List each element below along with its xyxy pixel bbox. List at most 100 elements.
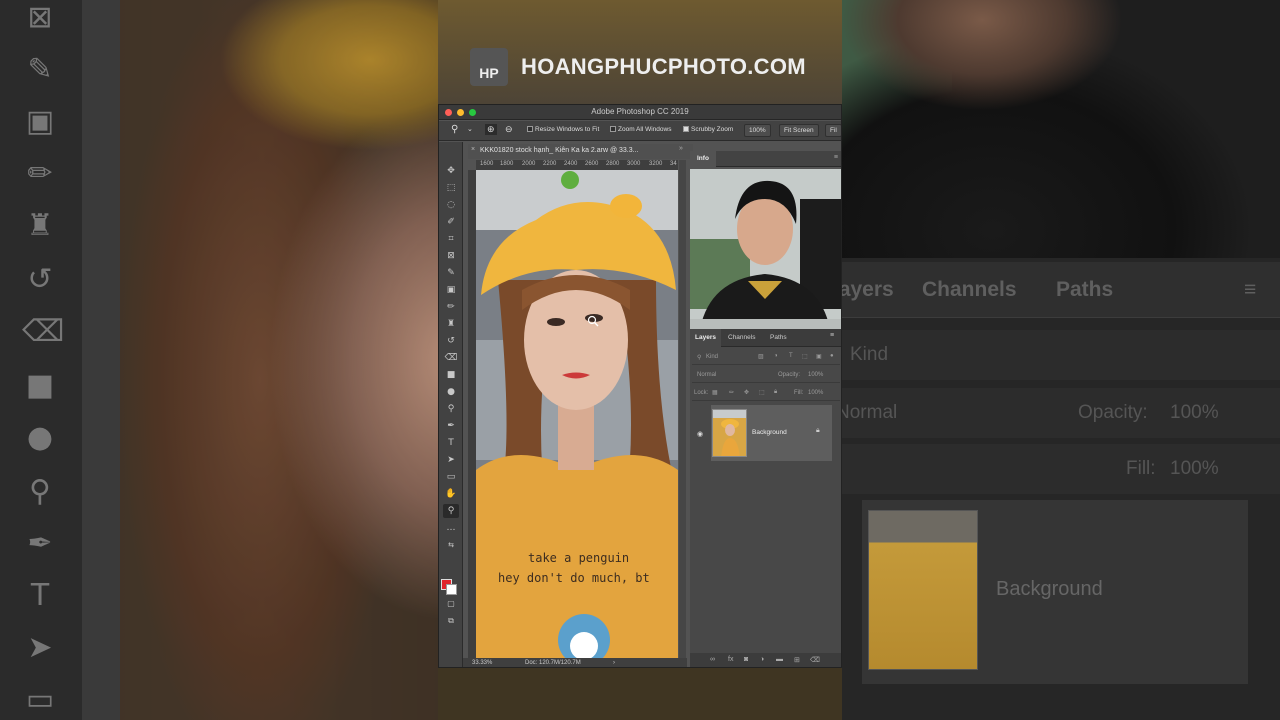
layer-visibility-eye-icon[interactable]: ◉: [697, 430, 703, 438]
lock-pixels-icon[interactable]: ✏: [729, 389, 734, 396]
eraser-icon[interactable]: ⌫: [443, 351, 459, 365]
zoom-in-icon[interactable]: ⊕: [485, 124, 497, 135]
shirt-text-line1: take a penguin: [528, 551, 629, 565]
layer-lock-icon: 🔒︎: [816, 427, 820, 434]
adjustment-layer-icon[interactable]: ◑: [760, 656, 764, 663]
kind-filter-select[interactable]: Kind: [706, 354, 718, 360]
scrubby-zoom-option[interactable]: Scrubby Zoom: [683, 126, 733, 133]
marquee-icon[interactable]: ⬚: [443, 181, 459, 195]
new-layer-icon[interactable]: ⊞: [794, 656, 800, 664]
crop-icon[interactable]: ⌗: [443, 232, 459, 246]
document-tab[interactable]: × KKK01820 stock hạnh_ Kiên Ka ka 2.arw …: [468, 144, 693, 159]
blurred-tab-paths: Paths: [1056, 278, 1114, 301]
layer-row-background[interactable]: Background 🔒︎: [711, 405, 832, 461]
scrubby-zoom-checkbox[interactable]: [683, 126, 689, 132]
opacity-label: Opacity:: [778, 372, 801, 378]
move-icon[interactable]: ✥: [443, 164, 459, 178]
eyedropper-icon[interactable]: ✎: [443, 266, 459, 280]
title-bar: Adobe Photoshop CC 2019: [439, 105, 841, 120]
zoom-all-windows-option[interactable]: Zoom All Windows: [610, 126, 671, 133]
filter-pixel-icon[interactable]: ▨: [758, 353, 764, 360]
vertical-ruler: [468, 170, 476, 658]
panel-menu-icon[interactable]: ≡: [834, 154, 838, 161]
resize-windows-checkbox[interactable]: [527, 126, 533, 132]
dodge-icon[interactable]: ⚲: [443, 402, 459, 416]
lock-transparent-icon[interactable]: ▦: [712, 389, 718, 396]
tab-layers[interactable]: Layers: [690, 329, 721, 347]
history-brush-icon[interactable]: ↺: [443, 334, 459, 348]
zoom-all-windows-checkbox[interactable]: [610, 126, 616, 132]
blur-icon: ●: [26, 420, 54, 455]
screen-mode-icon[interactable]: ⧉: [443, 614, 459, 628]
document-canvas[interactable]: take a penguin hey don't do much, bt: [476, 170, 678, 658]
lock-position-icon[interactable]: ✥: [744, 389, 749, 396]
resize-windows-option[interactable]: Resize Windows to Fit: [527, 126, 599, 133]
tab-info[interactable]: Info: [690, 151, 716, 167]
lock-row: Lock: ▦ ✏ ✥ ⬚ 🔒︎ Fill: 100%: [692, 385, 840, 401]
ruler-tick: 2800: [606, 161, 620, 167]
ruler-tick: 2000: [522, 161, 536, 167]
filter-shape-icon[interactable]: ⬚: [802, 353, 808, 360]
layer-style-icon[interactable]: fx: [728, 656, 733, 663]
zoom-tool-icon[interactable]: ⚲: [451, 124, 458, 135]
frame-icon[interactable]: ⊠: [443, 249, 459, 263]
canvas-scrollbar[interactable]: [679, 160, 686, 658]
lasso-icon[interactable]: ◌: [443, 198, 459, 212]
background-color-swatch[interactable]: [446, 584, 457, 595]
opacity-input[interactable]: 100%: [808, 372, 823, 378]
status-menu-chevron-icon[interactable]: ›: [613, 660, 615, 666]
zoom-100-button[interactable]: 100%: [744, 124, 771, 137]
tab-channels[interactable]: Channels: [728, 334, 755, 341]
brush-icon[interactable]: ✏: [443, 300, 459, 314]
zoom-level[interactable]: 33.33%: [472, 660, 492, 666]
lock-artboard-icon[interactable]: ⬚: [759, 389, 765, 396]
more-tools-icon[interactable]: …: [443, 521, 459, 535]
healing-brush-icon[interactable]: ▣: [443, 283, 459, 297]
lock-all-icon[interactable]: 🔒︎: [774, 389, 777, 396]
quick-mask-icon[interactable]: ▢: [443, 597, 459, 611]
dodge-icon: ⚲: [29, 474, 51, 509]
fit-screen-button[interactable]: Fit Screen: [779, 124, 819, 137]
fill-input[interactable]: 100%: [808, 390, 823, 396]
blurred-layers-tabs: Layers Channels Paths ≡: [826, 262, 1280, 318]
swap-colors-icon[interactable]: ⇆: [443, 538, 459, 552]
rectangle-icon[interactable]: ▭: [443, 470, 459, 484]
blurred-webcam: [842, 0, 1280, 258]
watermark-site: HOANGPHUCPHOTO.COM: [521, 54, 806, 79]
blurred-ruler: [82, 0, 120, 720]
options-bar: ⚲ ⌄ ⊕ ⊖ Resize Windows to Fit Zoom All W…: [439, 121, 841, 141]
close-document-icon[interactable]: ×: [471, 146, 475, 153]
zoom-out-icon[interactable]: ⊖: [505, 124, 513, 135]
pen-icon[interactable]: ✒: [443, 419, 459, 433]
filter-adjustment-icon[interactable]: ◑: [774, 353, 778, 359]
path-select-icon[interactable]: ➤: [443, 453, 459, 467]
filter-type-icon[interactable]: T: [789, 353, 793, 359]
fill-screen-button[interactable]: Fil: [825, 124, 841, 137]
status-bar: 33.33% Doc: 120.7M/120.7M ›: [463, 658, 687, 667]
type-icon[interactable]: T: [443, 436, 459, 450]
add-mask-icon[interactable]: ◙: [744, 656, 748, 663]
zoom-icon[interactable]: ⚲: [443, 504, 459, 518]
delete-layer-icon[interactable]: ⌫: [810, 656, 820, 664]
blurred-tab-channels: Channels: [922, 278, 1017, 301]
quick-select-icon[interactable]: ✐: [443, 215, 459, 229]
new-group-icon[interactable]: ▬: [776, 656, 783, 663]
gradient-icon[interactable]: ■: [443, 368, 459, 382]
ruler-tick: 1800: [500, 161, 514, 167]
clone-stamp-icon[interactable]: ♜: [443, 317, 459, 331]
layers-menu-icon[interactable]: ≡: [830, 332, 834, 339]
history-brush-icon: ↺: [27, 262, 53, 297]
filter-smart-icon[interactable]: ▣: [816, 353, 822, 360]
type-icon: T: [30, 578, 50, 613]
filter-toggle-icon[interactable]: ●: [830, 353, 834, 359]
blur-icon[interactable]: ●: [443, 385, 459, 399]
link-layers-icon[interactable]: ∞: [710, 656, 715, 663]
tool-preset-chevron-icon[interactable]: ⌄: [467, 125, 473, 133]
filter-row: ⚲ Kind ▨ ◑ T ⬚ ▣ ●: [692, 349, 840, 365]
blurred-lock-row: Fill: 100%: [842, 444, 1280, 494]
lock-label: Lock:: [694, 390, 709, 396]
blend-mode-select[interactable]: Normal: [697, 372, 716, 378]
hand-icon[interactable]: ✋: [443, 487, 459, 501]
panel-collapse-icon[interactable]: »: [679, 145, 683, 152]
tab-paths[interactable]: Paths: [770, 334, 787, 341]
